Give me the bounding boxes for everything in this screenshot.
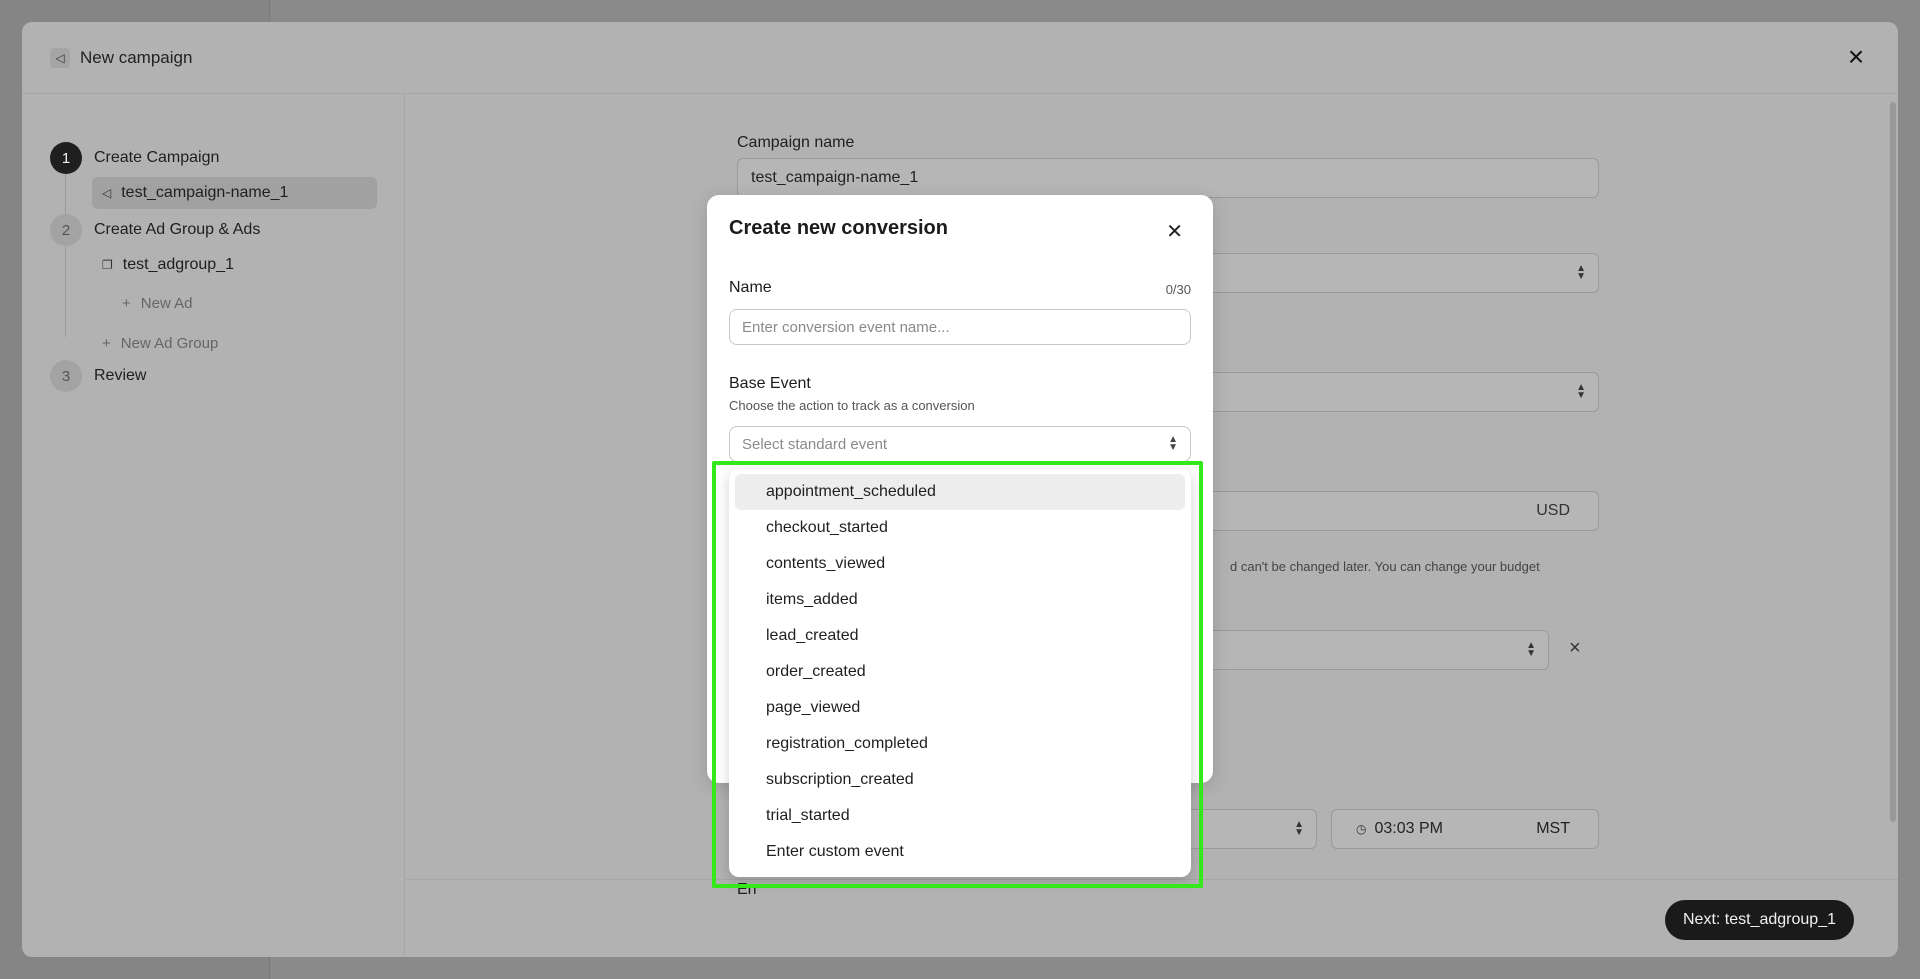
name-char-count: 0/30	[1165, 282, 1191, 297]
dropdown-option[interactable]: items_added	[735, 582, 1185, 618]
dropdown-option[interactable]: trial_started	[735, 798, 1185, 834]
new-ad-group-label: New Ad Group	[120, 335, 219, 352]
megaphone-icon: ◁	[50, 47, 70, 68]
dropdown-option[interactable]: Enter custom event	[735, 834, 1185, 870]
time-value: 03:03 PM	[1374, 820, 1443, 837]
dropdown-option[interactable]: checkout_started	[735, 510, 1185, 546]
dropdown-option[interactable]: registration_completed	[735, 726, 1185, 762]
layers-icon: ❐	[102, 258, 113, 272]
dropdown-option[interactable]: contents_viewed	[735, 546, 1185, 582]
step-number: 3	[50, 360, 82, 392]
sidebar-item-label: test_campaign-name_1	[121, 184, 289, 201]
start-time-input[interactable]: ◷ 03:03 PM MST	[1331, 809, 1599, 849]
sidebar-item-campaign[interactable]: ◁ test_campaign-name_1	[92, 177, 377, 209]
sidebar-item-adgroup[interactable]: ❐ test_adgroup_1	[92, 249, 234, 281]
step-label: Create Campaign	[94, 149, 220, 166]
standard-event-select[interactable]: Select standard event ▲ ▼	[729, 426, 1191, 462]
chevron-updown-icon: ▲ ▼	[1526, 640, 1536, 659]
base-event-help: Choose the action to track as a conversi…	[729, 398, 975, 413]
step-review[interactable]: 3 Review	[50, 360, 146, 392]
plus-icon: +	[102, 335, 111, 352]
base-event-label: Base Event	[729, 375, 811, 392]
dropdown-option[interactable]: appointment_scheduled	[735, 474, 1185, 510]
chevron-updown-icon: ▲ ▼	[1576, 382, 1586, 401]
megaphone-icon: ◁	[102, 186, 112, 200]
close-icon[interactable]: ✕	[1166, 219, 1183, 244]
standard-event-dropdown: appointment_scheduled checkout_started con…	[729, 469, 1191, 877]
scrollbar[interactable]	[1888, 94, 1898, 957]
dropdown-option[interactable]: lead_created	[735, 618, 1185, 654]
scrollbar-thumb[interactable]	[1890, 102, 1896, 822]
campaign-name-input[interactable]: test_campaign-name_1	[737, 158, 1599, 198]
next-button[interactable]: Next: test_adgroup_1	[1665, 900, 1854, 940]
dropdown-option[interactable]: subscription_created	[735, 762, 1185, 798]
sidebar-item-label: test_adgroup_1	[122, 256, 234, 273]
campaign-name-label: Campaign name	[737, 134, 855, 151]
steps-sidebar: 1 Create Campaign ◁ test_campaign-name_1…	[22, 94, 405, 957]
plus-icon: +	[122, 295, 131, 312]
select-placeholder: Select standard event	[742, 435, 888, 453]
step-label: Create Ad Group & Ads	[94, 221, 261, 238]
new-ad-button[interactable]: + New Ad	[122, 295, 192, 312]
chevron-updown-icon: ▲ ▼	[1294, 819, 1304, 838]
step-create-campaign[interactable]: 1 Create Campaign	[50, 142, 219, 174]
conversion-modal-title: Create new conversion	[729, 217, 948, 239]
close-icon[interactable]: ×	[1842, 43, 1870, 72]
step-number: 1	[50, 142, 82, 174]
step-label: Review	[94, 367, 147, 384]
new-ad-label: New Ad	[140, 295, 193, 312]
conversion-name-input[interactable]	[729, 309, 1191, 345]
budget-helper: d can't be changed later. You can change…	[1230, 559, 1540, 574]
chevron-updown-icon: ▲ ▼	[1168, 434, 1178, 453]
step-create-adgroup[interactable]: 2 Create Ad Group & Ads	[50, 214, 260, 246]
new-ad-group-button[interactable]: + New Ad Group	[102, 335, 218, 352]
name-label: Name	[729, 279, 772, 296]
currency-label: USD	[1536, 502, 1570, 519]
timezone-label: MST	[1536, 820, 1570, 837]
step-number: 2	[50, 214, 82, 246]
dropdown-option[interactable]: page_viewed	[735, 690, 1185, 726]
clock-icon: ◷	[1356, 822, 1367, 836]
campaign-name-value: test_campaign-name_1	[751, 169, 919, 186]
remove-icon[interactable]: ×	[1569, 637, 1581, 660]
modal-header: ◁ New campaign ×	[22, 22, 1898, 94]
dropdown-option[interactable]: order_created	[735, 654, 1185, 690]
modal-footer: Next: test_adgroup_1	[406, 879, 1898, 957]
chevron-updown-icon: ▲ ▼	[1576, 263, 1586, 282]
modal-title: New campaign	[80, 47, 193, 67]
